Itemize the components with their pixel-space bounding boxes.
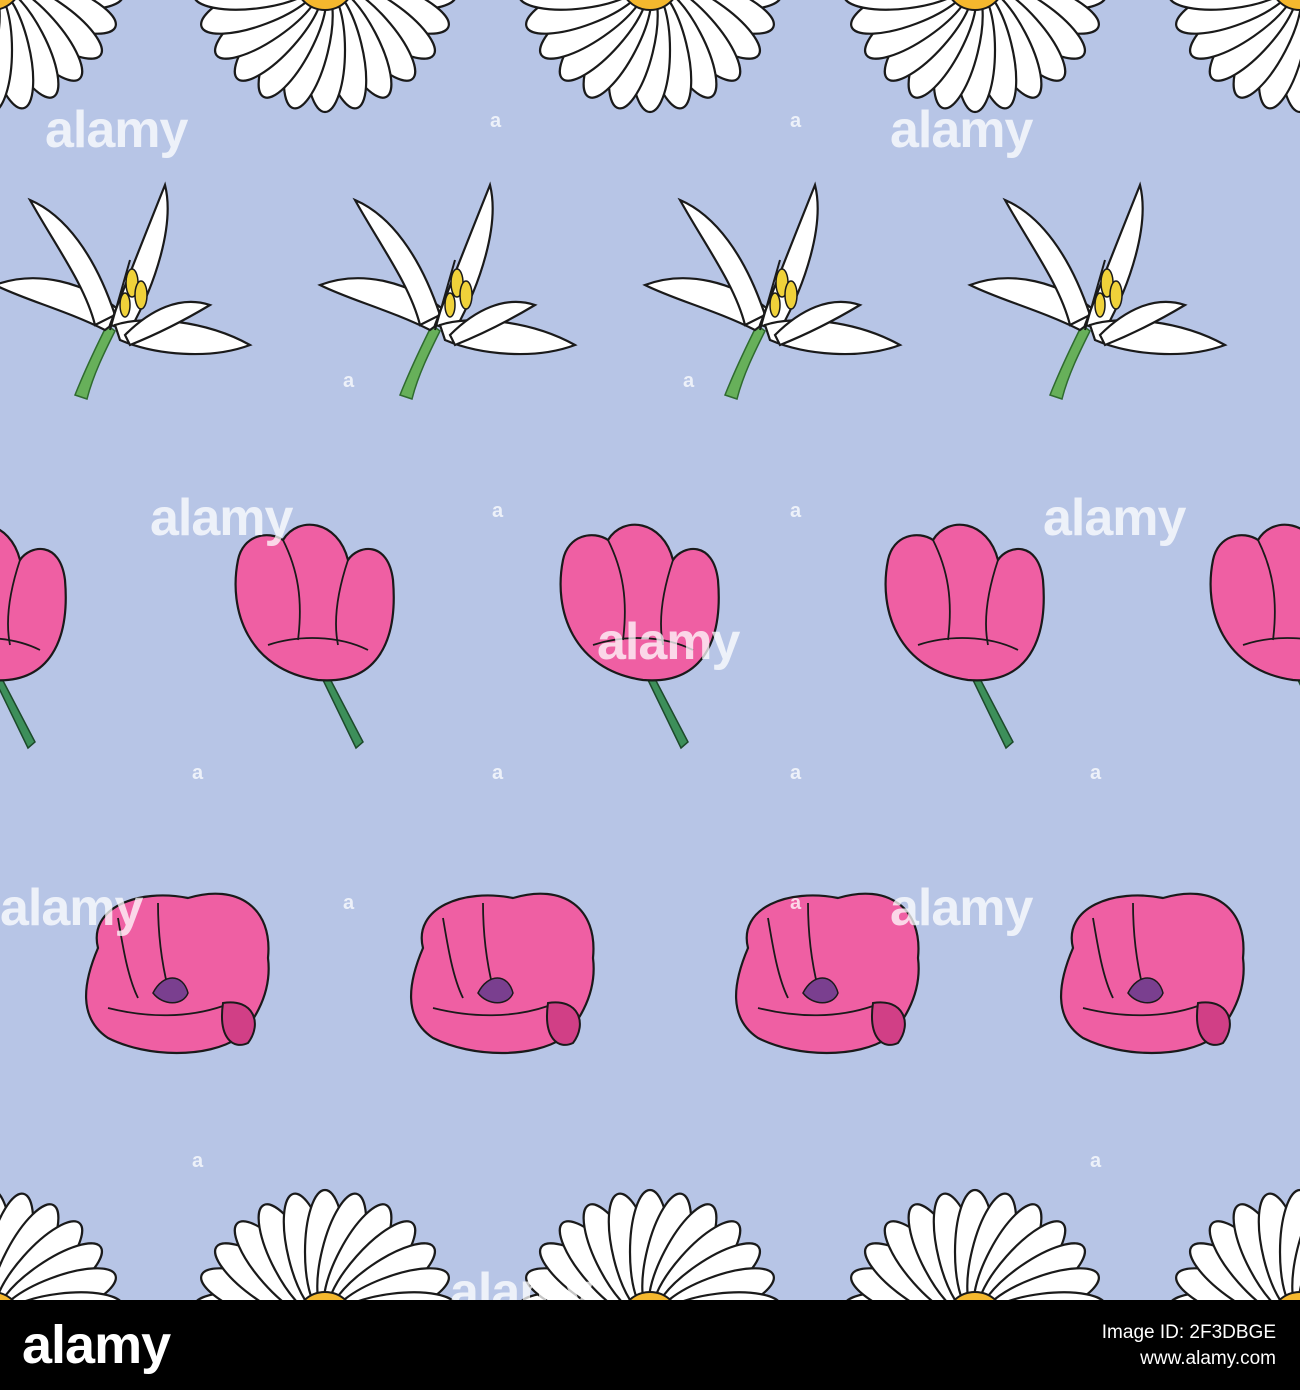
lily-anther [134, 280, 148, 310]
lily-anther [784, 280, 798, 310]
stock-footer-bar: alamy Image ID: 2F3DBGE www.alamy.com [0, 1300, 1300, 1390]
image-id: Image ID: 2F3DBGE [1101, 1322, 1276, 1343]
open-tulip-petal [221, 1001, 256, 1046]
open-tulip-flower [409, 892, 595, 1055]
image-meta: Image ID: 2F3DBGE www.alamy.com [1102, 1322, 1276, 1370]
lily-anther [444, 292, 456, 318]
lily-anther [769, 292, 781, 318]
open-tulip-flower [1059, 892, 1245, 1055]
open-tulip-petal [871, 1001, 906, 1046]
site-url: www.alamy.com [1140, 1348, 1276, 1369]
open-tulip-petal [1196, 1001, 1231, 1046]
stock-image-frame: alamy alamy alamy alamy alamy alamy alam… [0, 0, 1300, 1390]
open-tulip-petal [546, 1001, 581, 1046]
lily-anther [119, 292, 131, 318]
lily-anther [1094, 292, 1106, 318]
pattern-canvas [0, 0, 1300, 1300]
lily-anther [1109, 280, 1123, 310]
alamy-logo: alamy [22, 1315, 171, 1375]
lily-anther [459, 280, 473, 310]
open-tulip-flower [84, 892, 270, 1055]
open-tulip-flower [734, 892, 920, 1055]
floral-pattern-image: alamy alamy alamy alamy alamy alamy alam… [0, 0, 1300, 1300]
